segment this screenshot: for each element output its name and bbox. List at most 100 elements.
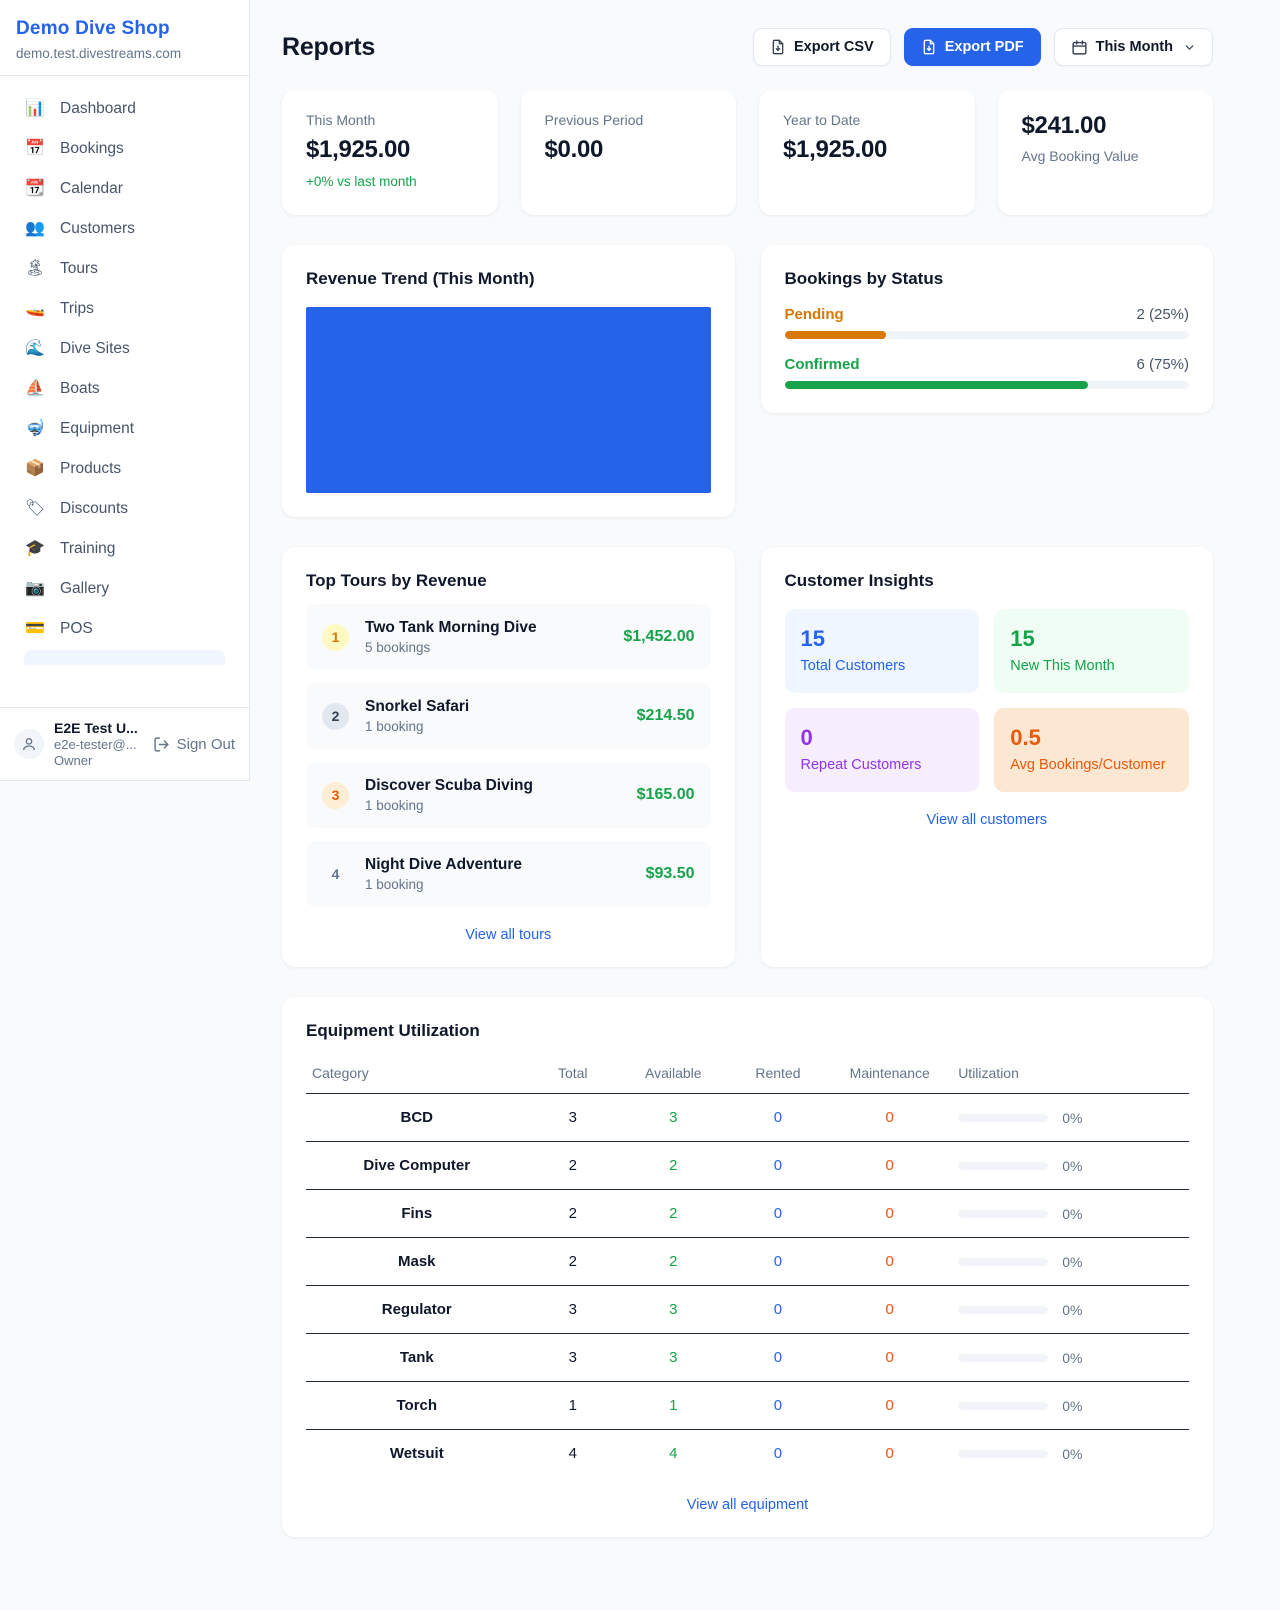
- sidebar-item-boats[interactable]: ⛵ Boats: [12, 370, 237, 408]
- tour-amount: $214.50: [637, 707, 695, 725]
- sidebar-item-customers[interactable]: 👥 Customers: [12, 210, 237, 248]
- diving-mask-icon: 🤿: [24, 421, 46, 437]
- tour-bookings: 1 booking: [365, 719, 621, 734]
- sign-out-button[interactable]: Sign Out: [153, 736, 235, 753]
- status-progress-fill: [785, 331, 886, 339]
- sidebar-item-label: Trips: [60, 300, 94, 318]
- status-label: Pending: [785, 306, 844, 323]
- camera-icon: 📷: [24, 581, 46, 597]
- sidebar-item-label: Customers: [60, 220, 135, 238]
- utilization-bar: [958, 1258, 1048, 1266]
- sidebar-item-trips[interactable]: 🚤 Trips: [12, 290, 237, 328]
- column-header-total: Total: [528, 1055, 618, 1094]
- export-pdf-button[interactable]: Export PDF: [904, 28, 1041, 66]
- sidebar-item-gallery[interactable]: 📷 Gallery: [12, 570, 237, 608]
- table-row: BCD 3 3 0 0 0%: [306, 1094, 1189, 1142]
- sidebar-item-calendar[interactable]: 📆 Calendar: [12, 170, 237, 208]
- sidebar-item-products[interactable]: 📦 Products: [12, 450, 237, 488]
- table-row: Regulator 3 3 0 0 0%: [306, 1286, 1189, 1334]
- sidebar-item-reports-active-partial[interactable]: [24, 650, 225, 665]
- sidebar-item-equipment[interactable]: 🤿 Equipment: [12, 410, 237, 448]
- sidebar-item-label: Calendar: [60, 180, 123, 198]
- shop-name[interactable]: Demo Dive Shop: [16, 18, 233, 40]
- sidebar-item-tours[interactable]: 🏝 Tours: [12, 250, 237, 288]
- view-all-equipment-link[interactable]: View all equipment: [306, 1497, 1189, 1513]
- user-email: e2e-tester@...: [54, 737, 143, 752]
- stat-label: Previous Period: [545, 112, 717, 128]
- sidebar-item-training[interactable]: 🎓 Training: [12, 530, 237, 568]
- stat-card-previous-period: Previous Period $0.00: [521, 90, 737, 215]
- tag-icon: 🏷: [24, 501, 46, 517]
- customer-insights-title: Customer Insights: [785, 571, 1190, 591]
- status-value: 2 (25%): [1136, 306, 1189, 323]
- stat-value: $1,925.00: [783, 136, 955, 164]
- insight-tile-new-this-month: 15 New This Month: [994, 609, 1189, 693]
- rank-badge: 3: [322, 782, 349, 809]
- revenue-trend-chart: [306, 307, 711, 493]
- sidebar-item-pos[interactable]: 💳 POS: [12, 610, 237, 648]
- insight-label: Total Customers: [801, 658, 964, 674]
- insight-value: 0: [801, 725, 964, 751]
- insight-value: 15: [801, 626, 964, 652]
- sidebar-item-discounts[interactable]: 🏷 Discounts: [12, 490, 237, 528]
- sidebar-item-dive-sites[interactable]: 🌊 Dive Sites: [12, 330, 237, 368]
- sidebar-item-label: POS: [60, 620, 93, 638]
- export-pdf-label: Export PDF: [945, 39, 1024, 55]
- person-icon: [21, 736, 37, 752]
- logout-icon: [153, 736, 170, 753]
- column-header-maintenance: Maintenance: [827, 1055, 952, 1094]
- view-all-customers-link[interactable]: View all customers: [785, 812, 1190, 828]
- insight-label: Avg Bookings/Customer: [1010, 757, 1173, 773]
- stat-card-this-month: This Month $1,925.00 +0% vs last month: [282, 90, 498, 215]
- utilization-bar: [958, 1306, 1048, 1314]
- period-selector-dropdown[interactable]: This Month: [1054, 28, 1213, 66]
- sidebar-item-label: Dive Sites: [60, 340, 130, 358]
- tour-bookings: 5 bookings: [365, 640, 607, 655]
- customer-insights-card: Customer Insights 15 Total Customers 15 …: [761, 547, 1214, 967]
- rank-badge: 1: [322, 624, 349, 651]
- view-all-tours-link[interactable]: View all tours: [306, 927, 711, 943]
- tour-name: Night Dive Adventure: [365, 856, 630, 874]
- stat-card-year-to-date: Year to Date $1,925.00: [759, 90, 975, 215]
- people-icon: 👥: [24, 221, 46, 237]
- chevron-down-icon: [1183, 41, 1196, 54]
- sidebar-header: Demo Dive Shop demo.test.divestreams.com: [0, 0, 249, 76]
- tour-name: Two Tank Morning Dive: [365, 619, 607, 637]
- tour-name: Discover Scuba Diving: [365, 777, 621, 795]
- utilization-bar: [958, 1114, 1048, 1122]
- insight-tile-total-customers: 15 Total Customers: [785, 609, 980, 693]
- revenue-trend-card: Revenue Trend (This Month): [282, 245, 735, 517]
- sidebar-item-bookings[interactable]: 📅 Bookings: [12, 130, 237, 168]
- speedboat-icon: 🚤: [24, 301, 46, 317]
- stat-delta: +0% vs last month: [306, 174, 478, 189]
- tour-bookings: 1 booking: [365, 877, 630, 892]
- table-row: Mask 2 2 0 0 0%: [306, 1238, 1189, 1286]
- sailboat-icon: ⛵: [24, 381, 46, 397]
- top-tours-title: Top Tours by Revenue: [306, 571, 711, 591]
- user-name: E2E Test U...: [54, 720, 143, 736]
- calendar-icon: [1071, 39, 1088, 56]
- insight-label: Repeat Customers: [801, 757, 964, 773]
- utilization-bar: [958, 1354, 1048, 1362]
- export-csv-button[interactable]: Export CSV: [753, 28, 891, 66]
- user-meta: E2E Test U... e2e-tester@... Owner: [54, 720, 143, 768]
- insight-value: 0.5: [1010, 725, 1173, 751]
- rank-badge: 4: [322, 861, 349, 888]
- sidebar-item-label: Tours: [60, 260, 98, 278]
- top-tours-card: Top Tours by Revenue 1 Two Tank Morning …: [282, 547, 735, 967]
- table-row: Dive Computer 2 2 0 0 0%: [306, 1142, 1189, 1190]
- tour-row: 4 Night Dive Adventure 1 booking $93.50: [306, 841, 711, 907]
- avatar: [14, 729, 44, 759]
- utilization-bar: [958, 1402, 1048, 1410]
- export-csv-label: Export CSV: [794, 39, 874, 55]
- rank-badge: 2: [322, 703, 349, 730]
- tear-off-calendar-icon: 📆: [24, 181, 46, 197]
- insight-label: New This Month: [1010, 658, 1173, 674]
- table-row: Tank 3 3 0 0 0%: [306, 1334, 1189, 1382]
- tour-amount: $1,452.00: [623, 628, 694, 646]
- status-progress-track: [785, 331, 1190, 339]
- sidebar-item-label: Equipment: [60, 420, 134, 438]
- sidebar-item-dashboard[interactable]: 📊 Dashboard: [12, 90, 237, 128]
- stat-value: $0.00: [545, 136, 717, 164]
- user-role: Owner: [54, 753, 143, 768]
